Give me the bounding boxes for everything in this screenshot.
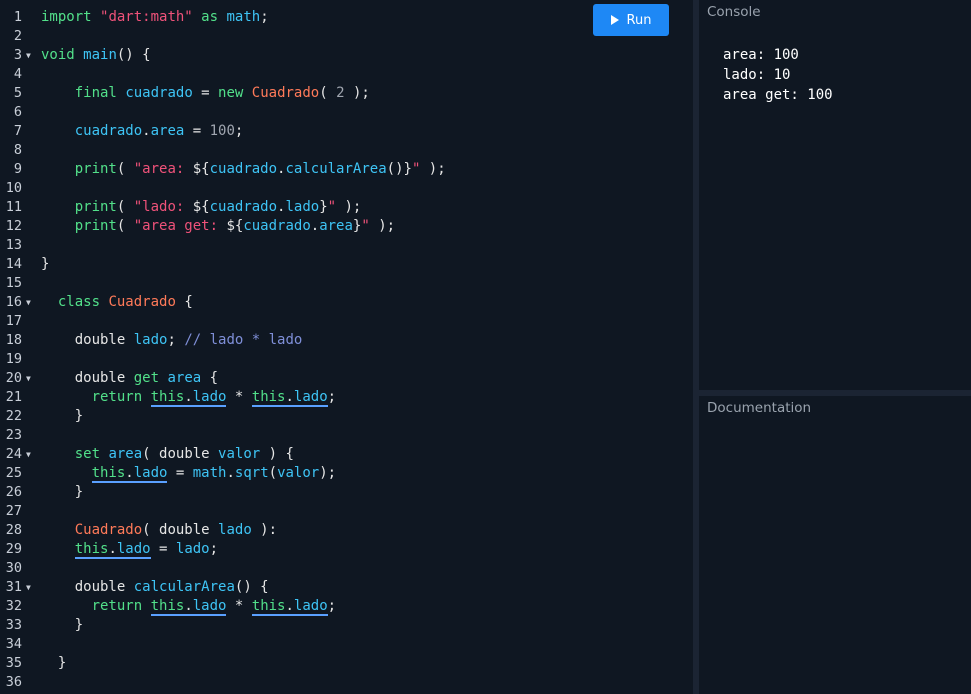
line-number: 19 (5, 351, 22, 367)
code-line[interactable]: import "dart:math" as math; (41, 8, 269, 27)
console-line: area: 100 (723, 47, 799, 63)
code-editor[interactable]: 1 2 3 ▼ 4 5 6 7 8 9 10 11 12 13 14 15 16… (0, 0, 693, 694)
line-number: 4 (13, 66, 22, 82)
line-number: 2 (13, 28, 22, 44)
line-number: 3 (13, 47, 22, 63)
line-number: 28 (5, 522, 22, 538)
code-line[interactable]: this.lado = math.sqrt(valor); (41, 464, 336, 483)
code-line[interactable]: void main() { (41, 46, 151, 65)
line-number: 12 (5, 218, 22, 234)
code-line[interactable]: } (41, 654, 66, 673)
code-line[interactable]: print( "area get: ${cuadrado.area}" ); (41, 217, 395, 236)
line-number: 34 (5, 636, 22, 652)
line-number: 25 (5, 465, 22, 481)
console-line: lado: 10 (723, 67, 791, 83)
code-line[interactable]: double lado; // lado * lado (41, 331, 303, 350)
code-line[interactable]: } (41, 616, 83, 635)
console-panel: Console area: 100 lado: 10 area get: 100 (699, 0, 971, 390)
run-button-label: Run (626, 12, 652, 28)
fold-arrow-icon[interactable]: ▼ (26, 293, 31, 312)
run-button[interactable]: Run (593, 4, 669, 36)
documentation-panel: Documentation (699, 396, 971, 694)
line-number: 9 (13, 161, 22, 177)
line-number: 5 (13, 85, 22, 101)
code-line[interactable]: } (41, 483, 83, 502)
code-line[interactable]: return this.lado * this.lado; (41, 597, 336, 616)
line-number: 6 (13, 104, 22, 120)
line-number: 32 (5, 598, 22, 614)
code-line[interactable]: } (41, 407, 83, 426)
line-number: 16 (5, 294, 22, 310)
code-line[interactable]: double calcularArea() { (41, 578, 269, 597)
fold-arrow-icon[interactable]: ▼ (26, 46, 31, 65)
line-number: 8 (13, 142, 22, 158)
console-title: Console (707, 4, 761, 20)
line-number: 10 (5, 180, 22, 196)
line-number: 17 (5, 313, 22, 329)
line-number-gutter: 1 2 3 ▼ 4 5 6 7 8 9 10 11 12 13 14 15 16… (0, 0, 38, 694)
console-output: area: 100 lado: 10 area get: 100 (723, 45, 833, 105)
line-number: 14 (5, 256, 22, 272)
line-number: 30 (5, 560, 22, 576)
line-number: 11 (5, 199, 22, 215)
line-number: 29 (5, 541, 22, 557)
play-icon (610, 15, 619, 25)
line-number: 26 (5, 484, 22, 500)
code-line[interactable]: this.lado = lado; (41, 540, 218, 559)
line-number: 7 (13, 123, 22, 139)
line-number: 27 (5, 503, 22, 519)
line-number: 35 (5, 655, 22, 671)
code-line[interactable]: set area( double valor ) { (41, 445, 294, 464)
line-number: 23 (5, 427, 22, 443)
line-number: 18 (5, 332, 22, 348)
code-line[interactable]: } (41, 255, 49, 274)
line-number: 33 (5, 617, 22, 633)
documentation-title: Documentation (707, 400, 812, 416)
code-line[interactable]: class Cuadrado { (41, 293, 193, 312)
line-number: 1 (13, 9, 22, 25)
line-number: 22 (5, 408, 22, 424)
code-line[interactable]: final cuadrado = new Cuadrado( 2 ); (41, 84, 370, 103)
line-number: 20 (5, 370, 22, 386)
fold-arrow-icon[interactable]: ▼ (26, 369, 31, 388)
code-line[interactable]: print( "area: ${cuadrado.calcularArea()}… (41, 160, 446, 179)
line-number: 15 (5, 275, 22, 291)
fold-arrow-icon[interactable]: ▼ (26, 578, 31, 597)
line-number: 24 (5, 446, 22, 462)
line-number: 36 (5, 674, 22, 690)
line-number: 13 (5, 237, 22, 253)
fold-arrow-icon[interactable]: ▼ (26, 445, 31, 464)
code-line[interactable]: print( "lado: ${cuadrado.lado}" ); (41, 198, 362, 217)
code-line[interactable]: cuadrado.area = 100; (41, 122, 244, 141)
line-number: 21 (5, 389, 22, 405)
console-line: area get: 100 (723, 87, 833, 103)
code-line[interactable]: Cuadrado( double lado ): (41, 521, 277, 540)
line-number: 31 (5, 579, 22, 595)
code-line[interactable]: return this.lado * this.lado; (41, 388, 336, 407)
code-line[interactable]: double get area { (41, 369, 218, 388)
